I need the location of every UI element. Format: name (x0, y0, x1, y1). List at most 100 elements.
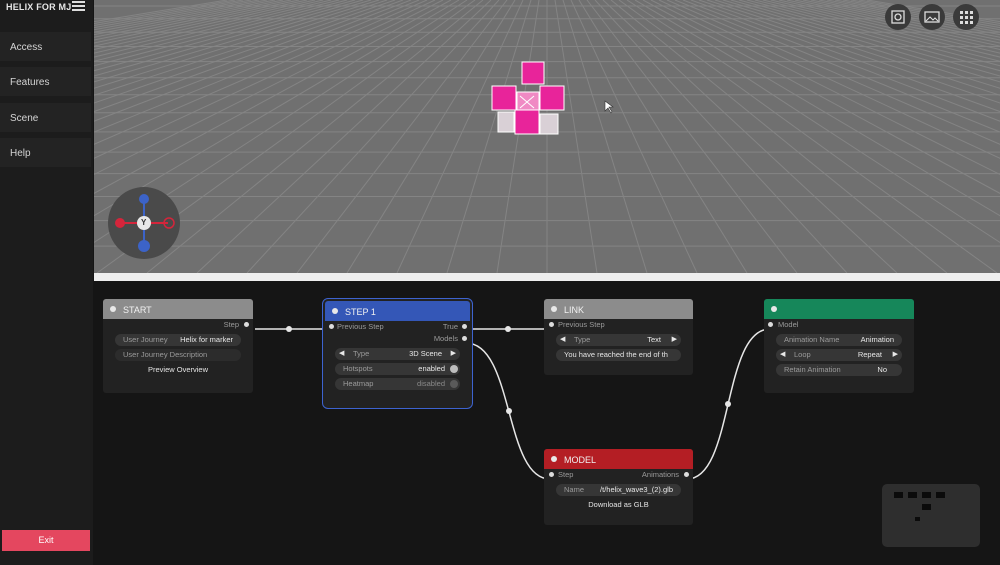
start-output-label: Step (223, 320, 239, 329)
step-true-port[interactable] (462, 324, 467, 329)
model-name-field[interactable]: Name /t/helix_wave3_(2).glb (556, 484, 681, 496)
link-node[interactable]: LINK Previous Step ◀ Type Text ▶ You hav… (544, 299, 693, 375)
animation-port-row: Model (764, 319, 914, 331)
step-models-label: Models (433, 334, 458, 343)
animation-node[interactable]: Model Animation Name Animation ◀ Loop Re… (764, 299, 914, 393)
chevron-right-icon[interactable]: ▶ (893, 349, 898, 361)
loop-select[interactable]: ◀ Loop Repeat ▶ (776, 349, 902, 361)
sidebar-item-help[interactable]: Help (0, 138, 91, 167)
link-node-header[interactable]: LINK (544, 299, 693, 319)
sidebar-item-features[interactable]: Features (0, 67, 91, 96)
viewport-resize-handle[interactable] (94, 273, 1000, 281)
start-node-header[interactable]: START (103, 299, 253, 319)
download-glb-button[interactable]: Download as GLB (544, 500, 693, 509)
journey-description-field[interactable]: User Journey Description (115, 349, 241, 361)
start-output-port[interactable] (244, 322, 249, 327)
loop-label: Loop (794, 350, 811, 359)
model-output-port[interactable] (684, 472, 689, 477)
graph-minimap[interactable] (882, 484, 980, 547)
node-status-dot (551, 306, 557, 312)
step-1-node[interactable]: STEP 1 Previous Step True Models ◀ Type … (322, 298, 473, 409)
journey-description-placeholder: User Journey Description (123, 350, 208, 359)
hotspots-toggle[interactable]: Hotspots enabled (335, 363, 460, 375)
minimap-node (915, 517, 920, 521)
minimap-node (922, 492, 931, 498)
link-type-value: Text (647, 335, 661, 344)
step-type-select[interactable]: ◀ Type 3D Scene ▶ (335, 348, 460, 360)
chevron-right-icon[interactable]: ▶ (451, 348, 456, 360)
user-journey-field[interactable]: User Journey Helix for marker (115, 334, 241, 346)
animation-name-value: Animation (860, 335, 894, 344)
chevron-right-icon[interactable]: ▶ (672, 334, 677, 346)
animation-name-field[interactable]: Animation Name Animation (776, 334, 902, 346)
grid-menu-icon[interactable] (953, 4, 979, 30)
model-input-port[interactable] (549, 472, 554, 477)
retain-animation-toggle[interactable]: Retain Animation No (776, 364, 902, 376)
exit-button[interactable]: Exit (2, 530, 90, 551)
loop-value: Repeat (857, 350, 882, 359)
link-input-port[interactable] (549, 322, 554, 327)
model-input-label: Step (558, 470, 574, 479)
chevron-left-icon[interactable]: ◀ (560, 334, 565, 346)
node-graph-canvas[interactable]: START Step User Journey Helix for marker… (94, 281, 1000, 565)
start-node-title: START (123, 305, 152, 315)
mouse-cursor-icon (604, 100, 614, 114)
minimap-node (936, 492, 945, 498)
image-icon[interactable] (919, 4, 945, 30)
step-type-label: Type (353, 349, 370, 358)
step-true-label: True (442, 322, 458, 331)
node-status-dot (110, 306, 116, 312)
minimap-node (922, 504, 931, 510)
toggle-knob-icon[interactable] (450, 365, 458, 373)
model-node-header[interactable]: MODEL (544, 449, 693, 469)
toggle-knob-icon[interactable] (450, 380, 458, 388)
minimap-node (908, 492, 917, 498)
animation-node-header[interactable] (764, 299, 914, 319)
animation-input-label: Model (778, 320, 799, 329)
step-input-label: Previous Step (337, 322, 384, 331)
chevron-left-icon[interactable]: ◀ (780, 349, 785, 361)
start-output-row: Step (103, 319, 253, 331)
user-journey-label: User Journey (123, 335, 168, 344)
heatmap-value: disabled (417, 379, 445, 388)
animation-input-port[interactable] (768, 322, 773, 327)
model-port-row: Step Animations (544, 469, 693, 481)
minimap-node (894, 492, 903, 498)
model-node[interactable]: MODEL Step Animations Name /t/helix_wave… (544, 449, 693, 525)
step-type-value: 3D Scene (409, 349, 442, 358)
model-name-value: /t/helix_wave3_(2).glb (600, 485, 673, 494)
link-type-select[interactable]: ◀ Type Text ▶ (556, 334, 681, 346)
node-status-dot (771, 306, 777, 312)
model-node-title: MODEL (564, 455, 597, 465)
heatmap-toggle[interactable]: Heatmap disabled (335, 378, 460, 390)
step-node-header[interactable]: STEP 1 (325, 301, 470, 321)
user-journey-value: Helix for marker (180, 335, 233, 344)
retain-animation-value: No (877, 365, 887, 374)
focus-icon[interactable] (885, 4, 911, 30)
model-name-label: Name (564, 485, 585, 494)
link-node-title: LINK (564, 305, 585, 315)
node-status-dot (332, 308, 338, 314)
step-input-port[interactable] (329, 324, 334, 329)
step-port-row-1: Previous Step True (323, 321, 472, 333)
animation-name-label: Animation Name (784, 335, 840, 344)
retain-animation-label: Retain Animation (784, 365, 841, 374)
step-models-port[interactable] (462, 336, 467, 341)
model-output-label: Animations (641, 470, 679, 479)
app-brand: HELIX FOR MJ (6, 2, 72, 12)
hotspots-value: enabled (418, 364, 445, 373)
start-node[interactable]: START Step User Journey Helix for marker… (103, 299, 253, 393)
sidebar-item-scene[interactable]: Scene (0, 103, 91, 132)
link-text-field[interactable]: You have reached the end of th (556, 349, 681, 361)
link-type-label: Type (574, 335, 591, 344)
sidebar-item-access[interactable]: Access (0, 32, 91, 61)
preview-overview-button[interactable]: Preview Overview (103, 365, 253, 374)
hamburger-menu-icon[interactable] (72, 1, 85, 11)
chevron-left-icon[interactable]: ◀ (339, 348, 344, 360)
orientation-gizmo[interactable]: Y (108, 187, 180, 259)
gizmo-y-label: Y (141, 218, 147, 227)
3d-model-object[interactable] (490, 60, 570, 140)
scene-viewport[interactable]: Y (94, 0, 1000, 273)
hotspots-label: Hotspots (343, 364, 373, 373)
heatmap-label: Heatmap (343, 379, 374, 388)
